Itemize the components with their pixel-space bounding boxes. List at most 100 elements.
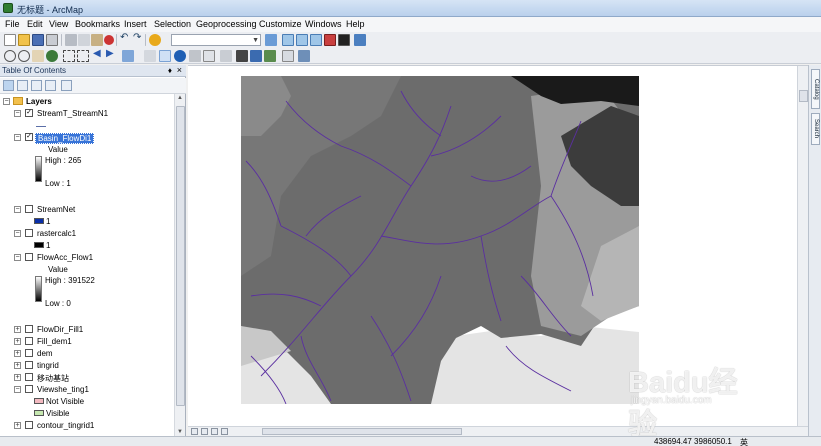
layout-view-icon[interactable]	[298, 50, 310, 62]
pause-drawing-button[interactable]	[221, 428, 228, 435]
layer-visibility-checkbox[interactable]	[25, 325, 33, 333]
paste-icon[interactable]	[91, 34, 103, 46]
add-data-icon[interactable]	[149, 34, 161, 46]
copy-icon[interactable]	[78, 34, 90, 46]
modelbuilder-icon[interactable]	[354, 34, 366, 46]
back-extent-icon[interactable]: ◀	[93, 48, 105, 60]
expand-icon[interactable]: +	[14, 422, 21, 429]
toc-vertical-scrollbar[interactable]: ▲ ▼	[174, 94, 185, 436]
find-icon[interactable]	[236, 50, 248, 62]
collapse-icon[interactable]: −	[14, 206, 21, 213]
list-by-selection-icon[interactable]	[45, 80, 56, 91]
list-by-drawing-order-icon[interactable]	[3, 80, 14, 91]
expand-icon[interactable]: +	[14, 362, 21, 369]
identify-icon[interactable]	[174, 50, 186, 62]
expand-icon[interactable]: +	[14, 338, 21, 345]
search-tab[interactable]: Search	[811, 113, 820, 145]
fixed-zoom-out-icon[interactable]	[77, 50, 89, 62]
cut-icon[interactable]	[65, 34, 77, 46]
collapse-icon[interactable]: −	[14, 134, 21, 141]
layer-visibility-checkbox[interactable]	[25, 337, 33, 345]
layer-visibility-checkbox[interactable]	[25, 229, 33, 237]
pin-icon[interactable]: ♦	[168, 66, 172, 75]
list-by-visibility-icon[interactable]	[31, 80, 42, 91]
layer-visibility-checkbox[interactable]	[25, 421, 33, 429]
ime-indicator[interactable]: 英	[740, 437, 748, 446]
pan-icon[interactable]	[32, 50, 44, 62]
catalog-tab[interactable]: Catalog	[811, 69, 820, 109]
zoom-in-icon[interactable]	[4, 50, 16, 62]
scrollbar-thumb[interactable]	[799, 90, 808, 102]
scroll-up-icon[interactable]: ▲	[177, 95, 183, 101]
layers-root-row[interactable]: − Layers	[0, 96, 175, 108]
arctoolbox-icon[interactable]	[324, 34, 336, 46]
layer-row[interactable]: − Viewshe_ting1	[0, 384, 175, 396]
create-viewer-icon[interactable]	[282, 50, 294, 62]
undo-icon[interactable]: ↶	[120, 32, 132, 44]
time-slider-icon[interactable]	[264, 50, 276, 62]
layer-row[interactable]: + Fill_dem1	[0, 336, 175, 348]
layout-view-button[interactable]	[191, 428, 198, 435]
scrollbar-thumb[interactable]	[176, 106, 185, 406]
catalog-window-icon[interactable]	[296, 34, 308, 46]
delete-icon[interactable]	[104, 35, 114, 45]
layer-row[interactable]: − FlowAcc_Flow1	[0, 252, 175, 264]
layer-visibility-checkbox[interactable]	[25, 361, 33, 369]
redo-icon[interactable]: ↷	[133, 32, 145, 44]
layer-row[interactable]: + 移动基站	[0, 372, 175, 384]
editor-toolbar-icon[interactable]	[265, 34, 277, 46]
python-window-icon[interactable]	[338, 34, 350, 46]
fixed-zoom-in-icon[interactable]	[63, 50, 75, 62]
layer-row[interactable]: + FlowDir_Fill1	[0, 324, 175, 336]
collapse-icon[interactable]: −	[14, 230, 21, 237]
layer-visibility-checkbox[interactable]	[25, 205, 33, 213]
close-icon[interactable]: ×	[177, 65, 182, 75]
layer-visibility-checkbox[interactable]	[25, 385, 33, 393]
menu-selection[interactable]: Selection	[154, 19, 191, 29]
map-vertical-scrollbar[interactable]	[797, 66, 808, 427]
menu-customize[interactable]: Customize	[259, 19, 302, 29]
layer-row[interactable]: + contour_tingrid1	[0, 420, 175, 432]
menu-insert[interactable]: Insert	[124, 19, 147, 29]
collapse-icon[interactable]: −	[14, 110, 21, 117]
menu-help[interactable]: Help	[346, 19, 365, 29]
menu-bookmarks[interactable]: Bookmarks	[75, 19, 120, 29]
collapse-icon[interactable]: −	[14, 254, 21, 261]
layer-visibility-checkbox[interactable]: ✓	[25, 133, 33, 141]
full-extent-icon[interactable]	[46, 50, 58, 62]
layer-visibility-checkbox[interactable]	[25, 349, 33, 357]
layer-row[interactable]: − StreamNet	[0, 204, 175, 216]
expand-icon[interactable]: +	[14, 374, 21, 381]
scrollbar-thumb[interactable]	[262, 428, 462, 435]
print-icon[interactable]	[46, 34, 58, 46]
measure-icon[interactable]	[220, 50, 232, 62]
menu-geoprocessing[interactable]: Geoprocessing	[196, 19, 257, 29]
clear-selection-icon[interactable]	[144, 50, 156, 62]
layer-row[interactable]: − ✓ Basin_FlowDi1	[0, 132, 175, 144]
layer-visibility-checkbox[interactable]: ✓	[25, 109, 33, 117]
save-icon[interactable]	[32, 34, 44, 46]
list-by-source-icon[interactable]	[17, 80, 28, 91]
collapse-icon[interactable]: −	[14, 386, 21, 393]
map-scale-dropdown[interactable]: ▼	[171, 34, 261, 46]
table-of-contents-icon[interactable]	[282, 34, 294, 46]
select-features-icon[interactable]	[122, 50, 134, 62]
layer-row[interactable]: − rastercalc1	[0, 228, 175, 240]
forward-extent-icon[interactable]: ▶	[106, 48, 118, 60]
html-popup-icon[interactable]	[203, 50, 215, 62]
layer-row[interactable]: + dem	[0, 348, 175, 360]
layer-visibility-checkbox[interactable]	[25, 373, 33, 381]
menu-view[interactable]: View	[49, 19, 68, 29]
layer-row[interactable]: + tingrid	[0, 360, 175, 372]
expand-icon[interactable]: +	[14, 326, 21, 333]
menu-windows[interactable]: Windows	[305, 19, 342, 29]
refresh-view-button[interactable]	[211, 428, 218, 435]
basin-raster-map[interactable]	[241, 76, 639, 404]
data-view-button[interactable]	[201, 428, 208, 435]
collapse-icon[interactable]: −	[3, 98, 10, 105]
zoom-out-icon[interactable]	[18, 50, 30, 62]
hyperlink-icon[interactable]	[189, 50, 201, 62]
new-document-icon[interactable]	[4, 34, 16, 46]
menu-edit[interactable]: Edit	[27, 19, 43, 29]
layer-row[interactable]: − ✓ StreamT_StreamN1	[0, 108, 175, 120]
